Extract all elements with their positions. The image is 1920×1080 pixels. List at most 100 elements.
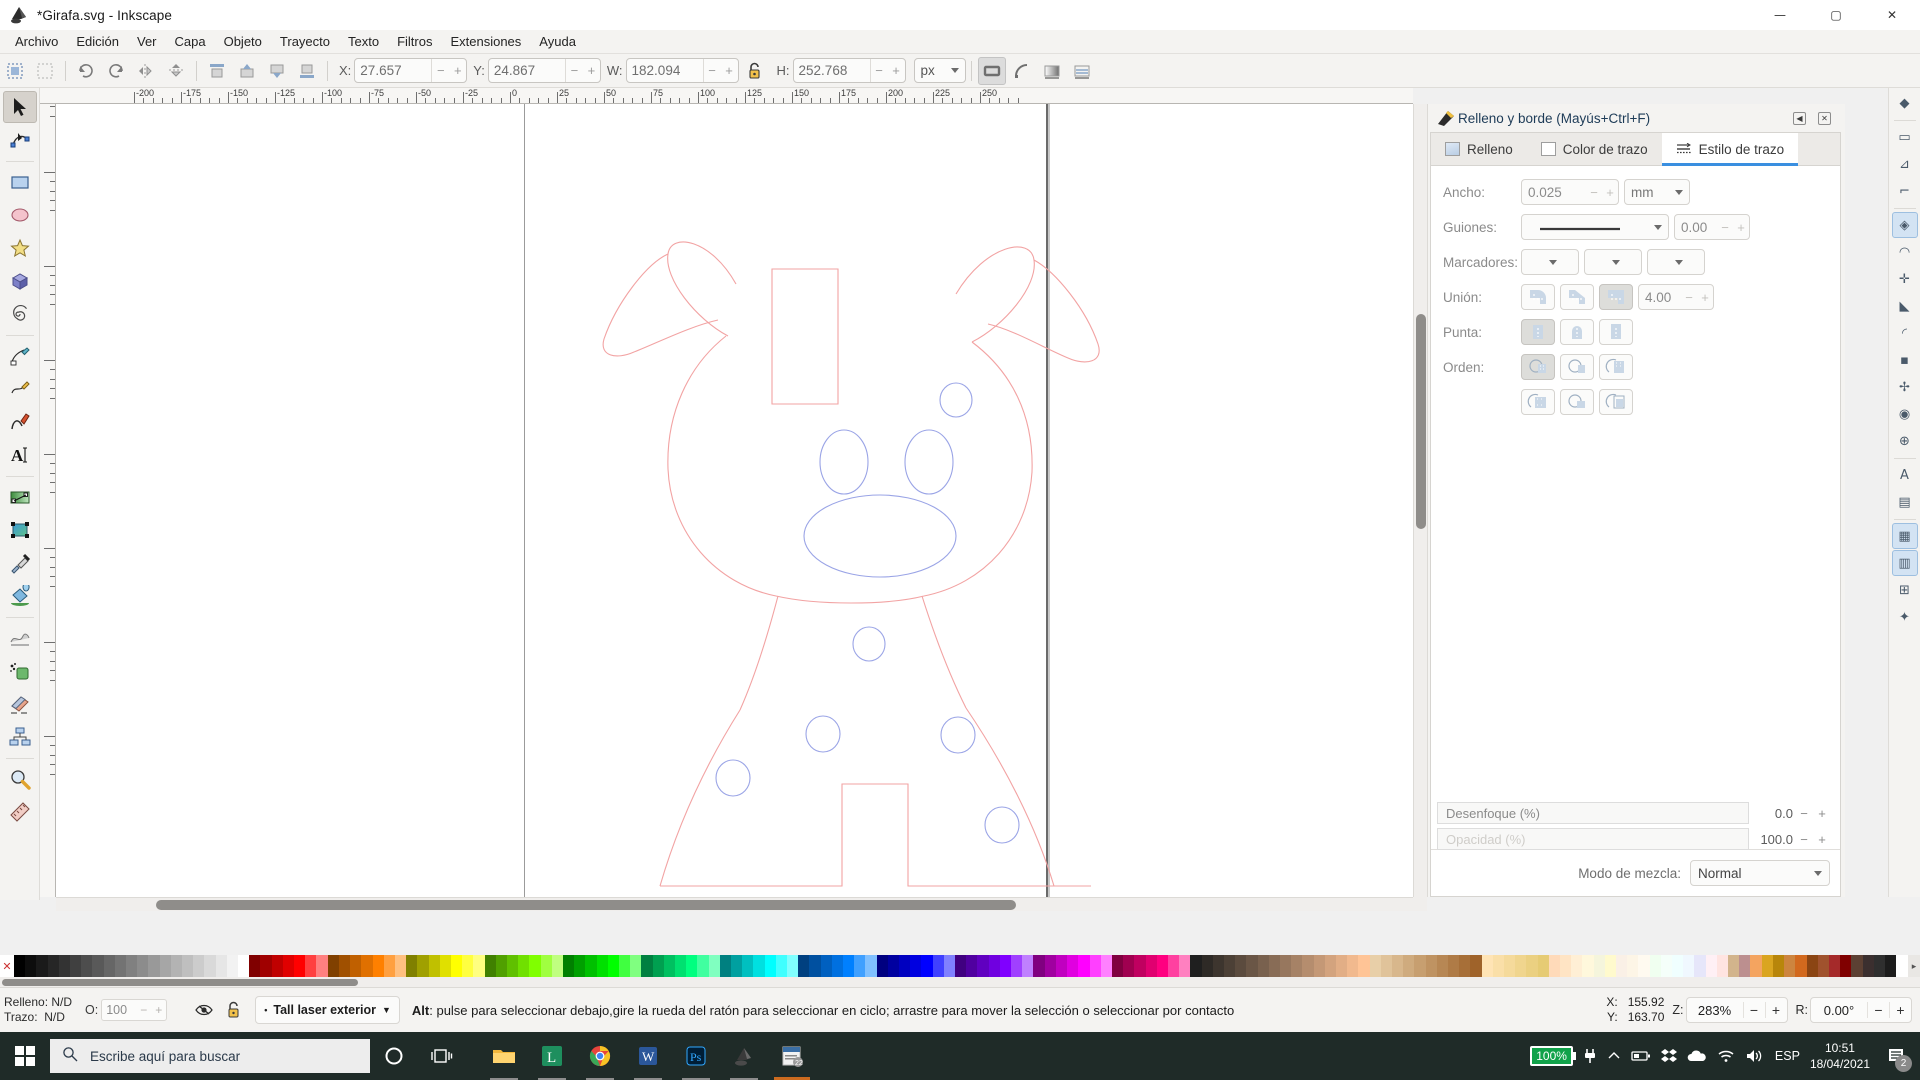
palette-color-swatch[interactable] [1358,955,1370,977]
palette-color-swatch[interactable] [1380,955,1392,977]
palette-color-swatch[interactable] [1123,955,1135,977]
palette-color-swatch[interactable] [831,955,844,977]
palette-color-swatch[interactable] [1817,955,1829,977]
palette-color-swatch[interactable] [977,955,989,977]
order-alt-1-button[interactable] [1521,389,1555,415]
palette-color-swatch[interactable] [282,955,295,977]
palette-color-swatch[interactable] [215,955,227,977]
marker-start-combo[interactable] [1521,249,1579,275]
palette-color-swatch[interactable] [428,955,440,977]
cap-square-button[interactable] [1599,319,1633,345]
palette-color-swatch[interactable] [473,955,485,977]
opacity-status-decrement[interactable]: − [136,1003,151,1017]
palette-color-swatch[interactable] [1391,955,1404,977]
text-tool[interactable]: A [3,439,37,471]
mesh-tool[interactable] [3,514,37,546]
palette-color-swatch[interactable] [249,955,261,977]
close-dialog-icon[interactable]: ✕ [1818,111,1831,125]
palette-color-swatch[interactable] [25,955,37,977]
palette-color-swatch[interactable] [787,955,799,977]
w-input[interactable] [626,59,703,82]
menu-objeto[interactable]: Objeto [215,32,271,51]
deselect-icon[interactable] [31,57,59,85]
flip-vertical-icon[interactable] [162,57,190,85]
microsoft-word-icon[interactable]: W [624,1032,672,1080]
stroke-width-decrement[interactable]: − [1586,185,1602,200]
cortana-circle-icon[interactable] [370,1032,418,1080]
stroke-width-unit-combo[interactable]: mm [1624,179,1690,205]
palette-color-swatch[interactable] [1335,955,1348,977]
order-stroke-fill-markers-button[interactable] [1560,354,1594,380]
grid-guide-intersect-icon[interactable]: ⊞ [1892,577,1918,603]
zoom-spinbox[interactable]: 283% − + [1685,997,1788,1023]
palette-color-swatch[interactable] [1560,955,1572,977]
palette-color-swatch[interactable] [1212,955,1224,977]
measure-tool[interactable] [3,796,37,828]
palette-color-swatch[interactable] [1179,955,1191,977]
collapse-left-icon[interactable]: ◀ [1793,111,1806,125]
object-center-icon[interactable]: ◉ [1892,401,1918,427]
rotation-increment[interactable]: + [1889,1002,1911,1018]
gradient-tool[interactable] [3,481,37,513]
palette-color-swatch[interactable] [70,955,82,977]
palette-color-swatch[interactable] [1459,955,1471,977]
y-input[interactable] [488,59,565,82]
raise-to-top-icon[interactable] [203,57,231,85]
palette-color-swatch[interactable] [910,955,922,977]
join-bevel-button[interactable] [1560,284,1594,310]
palette-color-swatch[interactable] [607,955,619,977]
miter-limit-spinbox[interactable]: − + [1638,284,1714,310]
task-view-icon[interactable] [418,1032,466,1080]
rotate-cw-90-icon[interactable] [102,57,130,85]
palette-color-swatch[interactable] [1011,955,1023,977]
no-color-swatch[interactable]: ✕ [0,955,14,977]
connector-tool[interactable] [3,721,37,753]
palette-color-swatch[interactable] [383,955,395,977]
miter-limit-input[interactable] [1639,289,1681,305]
battery-icon[interactable] [1631,1049,1651,1063]
palette-scroll-thumb[interactable] [2,979,358,986]
palette-color-swatch[interactable] [1750,955,1762,977]
palette-color-swatch[interactable] [450,955,463,977]
palette-color-swatch[interactable] [1257,955,1269,977]
order-fill-markers-stroke-button[interactable] [1521,354,1555,380]
palette-color-swatch[interactable] [630,955,642,977]
rotate-ccw-90-icon[interactable] [72,57,100,85]
palette-color-swatch[interactable] [1055,955,1068,977]
palette-color-swatch[interactable] [1448,955,1460,977]
close-button[interactable]: ✕ [1864,0,1920,30]
palette-color-swatch[interactable] [439,955,451,977]
opacity-slider[interactable]: Opacidad (%) [1437,828,1749,850]
palette-color-swatch[interactable] [1851,955,1863,977]
palette-color-swatch[interactable] [92,955,104,977]
eraser-tool[interactable] [3,688,37,720]
smooth-node-icon[interactable]: ◜ [1892,320,1918,346]
palette-color-swatch[interactable] [1033,955,1045,977]
palette-color-swatch[interactable] [943,955,956,977]
y-increment[interactable]: + [583,59,600,82]
palette-color-swatch[interactable] [764,955,776,977]
path-intersect-icon[interactable]: ✛ [1892,266,1918,292]
palette-color-swatch[interactable] [1862,955,1874,977]
palette-color-swatch[interactable] [854,955,866,977]
palette-color-swatch[interactable] [540,955,552,977]
palette-color-swatch[interactable] [1638,955,1650,977]
h-decrement[interactable]: − [871,59,888,82]
palette-color-swatch[interactable] [932,955,944,977]
palette-color-swatch[interactable] [1660,955,1673,977]
midpoint-icon[interactable]: ▪ [1892,347,1918,373]
dash-pattern-combo[interactable] [1521,214,1669,240]
palette-color-swatch[interactable] [955,955,967,977]
palette-color-swatch[interactable] [876,955,888,977]
palette-color-swatch[interactable] [1313,955,1325,977]
palette-color-swatch[interactable] [1425,955,1437,977]
palette-color-swatch[interactable] [921,955,933,977]
adobe-photoshop-icon[interactable]: Ps [672,1032,720,1080]
opacity-increment[interactable]: + [1815,832,1829,847]
inkscape-icon[interactable] [720,1032,768,1080]
palette-color-swatch[interactable] [1201,955,1213,977]
palette-color-swatch[interactable] [1190,955,1202,977]
menu-edicion[interactable]: Edición [67,32,128,51]
palette-color-swatch[interactable] [238,955,250,977]
palette-color-swatch[interactable] [1537,955,1549,977]
